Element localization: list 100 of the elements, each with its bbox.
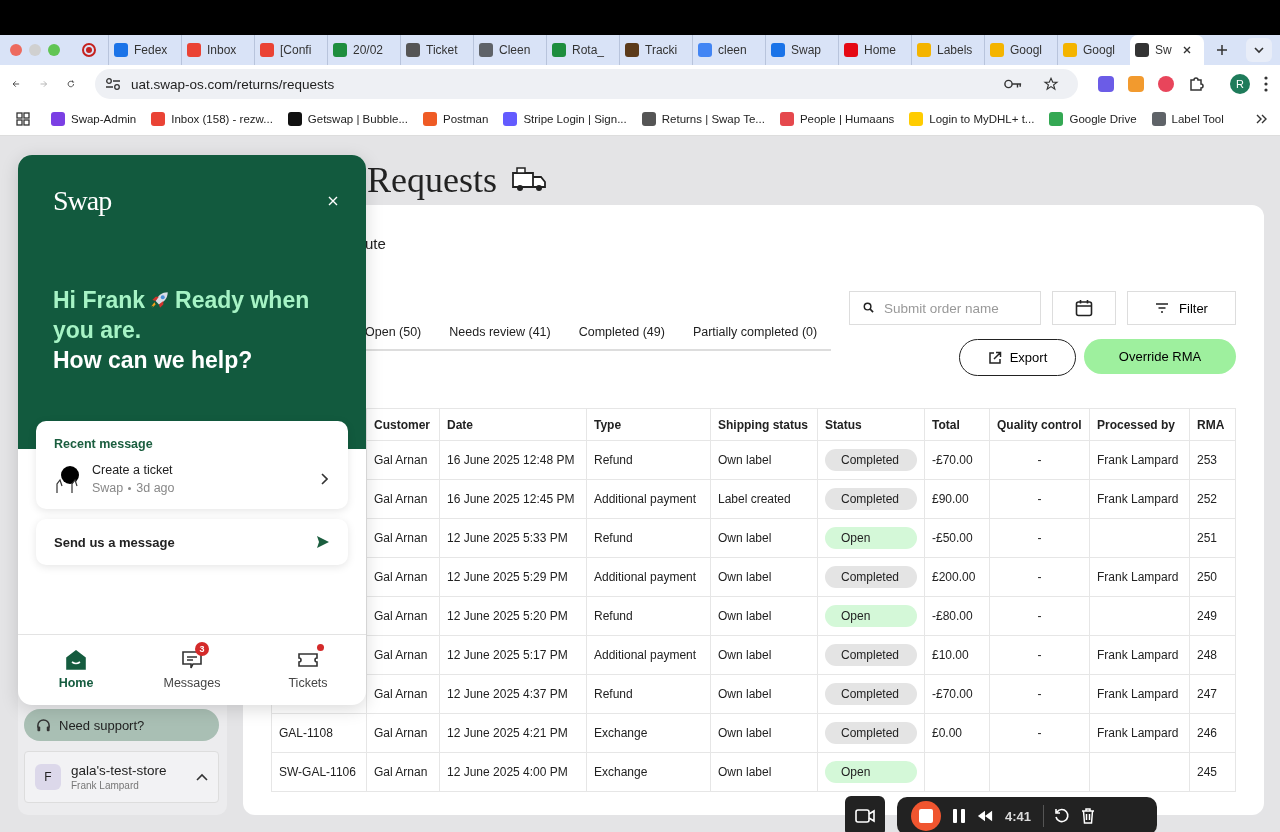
more-bookmarks-icon[interactable]	[1256, 114, 1268, 124]
status-badge: Completed	[825, 683, 917, 705]
restart-icon[interactable]	[1054, 808, 1071, 824]
table-cell: 12 June 2025 5:17 PM	[439, 635, 587, 675]
greeting-text: you are.	[53, 316, 143, 345]
export-button[interactable]: Export	[959, 339, 1076, 376]
table-cell: Own label	[710, 752, 818, 792]
filter-icon	[1155, 303, 1170, 313]
section-heading: ute	[364, 235, 387, 254]
table-cell: Own label	[710, 713, 818, 753]
bookmark[interactable]: Google Drive	[1049, 112, 1137, 126]
tab-search-icon[interactable]	[1246, 38, 1272, 62]
extensions-icon[interactable]	[1188, 76, 1204, 92]
bookmark[interactable]: Inbox (158) - rezw...	[151, 112, 273, 126]
processed-by: Frank Lampard	[1097, 687, 1179, 701]
table-cell: Own label	[710, 635, 818, 675]
send-icon	[316, 535, 330, 549]
video-camera-icon	[855, 809, 875, 823]
table-cell: Own label	[710, 674, 818, 714]
profile-avatar[interactable]: R	[1230, 74, 1250, 94]
table-cell: Own label	[710, 440, 818, 480]
status-tab[interactable]: Needs review (41)	[449, 321, 579, 349]
nav-tab[interactable]: 3 Messages	[134, 635, 250, 705]
override-rma-button[interactable]: Override RMA	[1084, 339, 1236, 374]
table-cell: Exchange	[586, 713, 711, 753]
total-amount: £0.00	[932, 726, 963, 740]
table-cell: 16 June 2025 12:45 PM	[439, 479, 587, 519]
table-cell: 16 June 2025 12:48 PM	[439, 440, 587, 480]
bookmark[interactable]: Login to MyDHL+ t...	[909, 112, 1035, 126]
table-cell: Refund	[586, 674, 711, 714]
bookmark[interactable]: Postman	[423, 112, 489, 126]
site-settings-icon[interactable]	[105, 77, 121, 91]
table-cell: Own label	[710, 596, 818, 636]
quality-control-value: -	[1037, 687, 1042, 701]
menu-icon[interactable]	[1264, 76, 1268, 92]
table-cell: Refund	[586, 518, 711, 558]
column-header: RMA	[1189, 408, 1236, 441]
pause-icon[interactable]	[951, 808, 967, 824]
table-cell: Gal Arnan	[366, 752, 440, 792]
search-field[interactable]: Submit order name	[849, 291, 1041, 325]
store-user: Frank Lampard	[71, 780, 140, 791]
headset-icon	[36, 717, 51, 733]
address-bar[interactable]: uat.swap-os.com/returns/requests	[95, 69, 1078, 99]
help-question: How can we help?	[53, 346, 254, 375]
store-switcher[interactable]: F gala's-test-store Frank Lampard	[24, 751, 219, 803]
bookmark[interactable]: Getswap | Bubble...	[287, 112, 408, 126]
close-icon[interactable]	[1181, 45, 1192, 55]
nav-tab[interactable]: Tickets	[250, 635, 366, 705]
recent-message-card[interactable]: Recent message Create a ticket Swap 3d ago	[36, 421, 348, 509]
filter-button[interactable]: Filter	[1127, 291, 1236, 325]
rewind-icon[interactable]	[977, 808, 993, 824]
star-icon[interactable]	[1042, 77, 1060, 91]
chevron-right-icon	[320, 473, 328, 485]
apps-grid-icon[interactable]	[16, 112, 30, 126]
total-amount: -£70.00	[932, 687, 973, 701]
need-support-button[interactable]: Need support?	[24, 709, 219, 741]
status-badge: Open	[825, 605, 917, 627]
column-header: Status	[817, 408, 925, 441]
external-link-icon	[987, 350, 1002, 365]
bookmark[interactable]: Returns | Swap Te...	[641, 112, 765, 126]
key-icon[interactable]	[1004, 77, 1022, 91]
column-header: Shipping status	[710, 408, 818, 441]
date-picker-button[interactable]	[1052, 291, 1116, 325]
order-id: SW-GAL-1106	[279, 765, 356, 779]
status-tab[interactable]: Completed (49)	[578, 321, 693, 349]
bookmark[interactable]: Label Tool	[1151, 112, 1224, 126]
browser-tab[interactable]: Sw	[1130, 35, 1204, 65]
delete-icon[interactable]	[1080, 808, 1097, 824]
bookmark[interactable]: Stripe Login | Sign...	[503, 112, 627, 126]
message-icon	[181, 650, 203, 670]
status-badge: Completed	[825, 488, 917, 510]
table-cell: Label created	[710, 479, 818, 519]
extension-icon[interactable]	[1158, 76, 1174, 92]
nav-tab[interactable]: Home	[18, 635, 134, 705]
extension-icon[interactable]	[1098, 76, 1114, 92]
camera-button[interactable]	[845, 796, 885, 832]
processed-by: Frank Lampard	[1097, 492, 1179, 506]
order-id: GAL-1108	[279, 726, 333, 740]
bookmark[interactable]: Swap-Admin	[51, 112, 137, 126]
message-sender: Swap	[92, 481, 124, 495]
processed-by: Frank Lampard	[1097, 570, 1179, 584]
send-message-button[interactable]: Send us a message	[36, 519, 348, 565]
greeting-text: Hi Frank	[53, 287, 146, 313]
rma-number: 246	[1189, 713, 1236, 753]
status-badge: Completed	[825, 644, 917, 666]
status-badge: Completed	[825, 722, 917, 744]
table-cell: Own label	[710, 557, 818, 597]
status-tab[interactable]: Partially completed (0)	[692, 321, 832, 349]
recording-time: 4:41	[1005, 808, 1032, 824]
van-icon	[511, 167, 547, 193]
bookmark[interactable]: People | Humaans	[779, 112, 895, 126]
status-tab[interactable]: Open (50)	[365, 321, 450, 349]
store-name: gala's-test-store	[71, 763, 168, 778]
record-icon[interactable]	[82, 43, 96, 57]
table-cell: Refund	[586, 440, 711, 480]
status-badge: Completed	[825, 449, 917, 471]
table-cell: Refund	[586, 596, 711, 636]
stop-recording-button[interactable]	[911, 801, 941, 831]
new-tab-icon[interactable]	[1216, 44, 1228, 56]
column-header: Type	[586, 408, 711, 441]
